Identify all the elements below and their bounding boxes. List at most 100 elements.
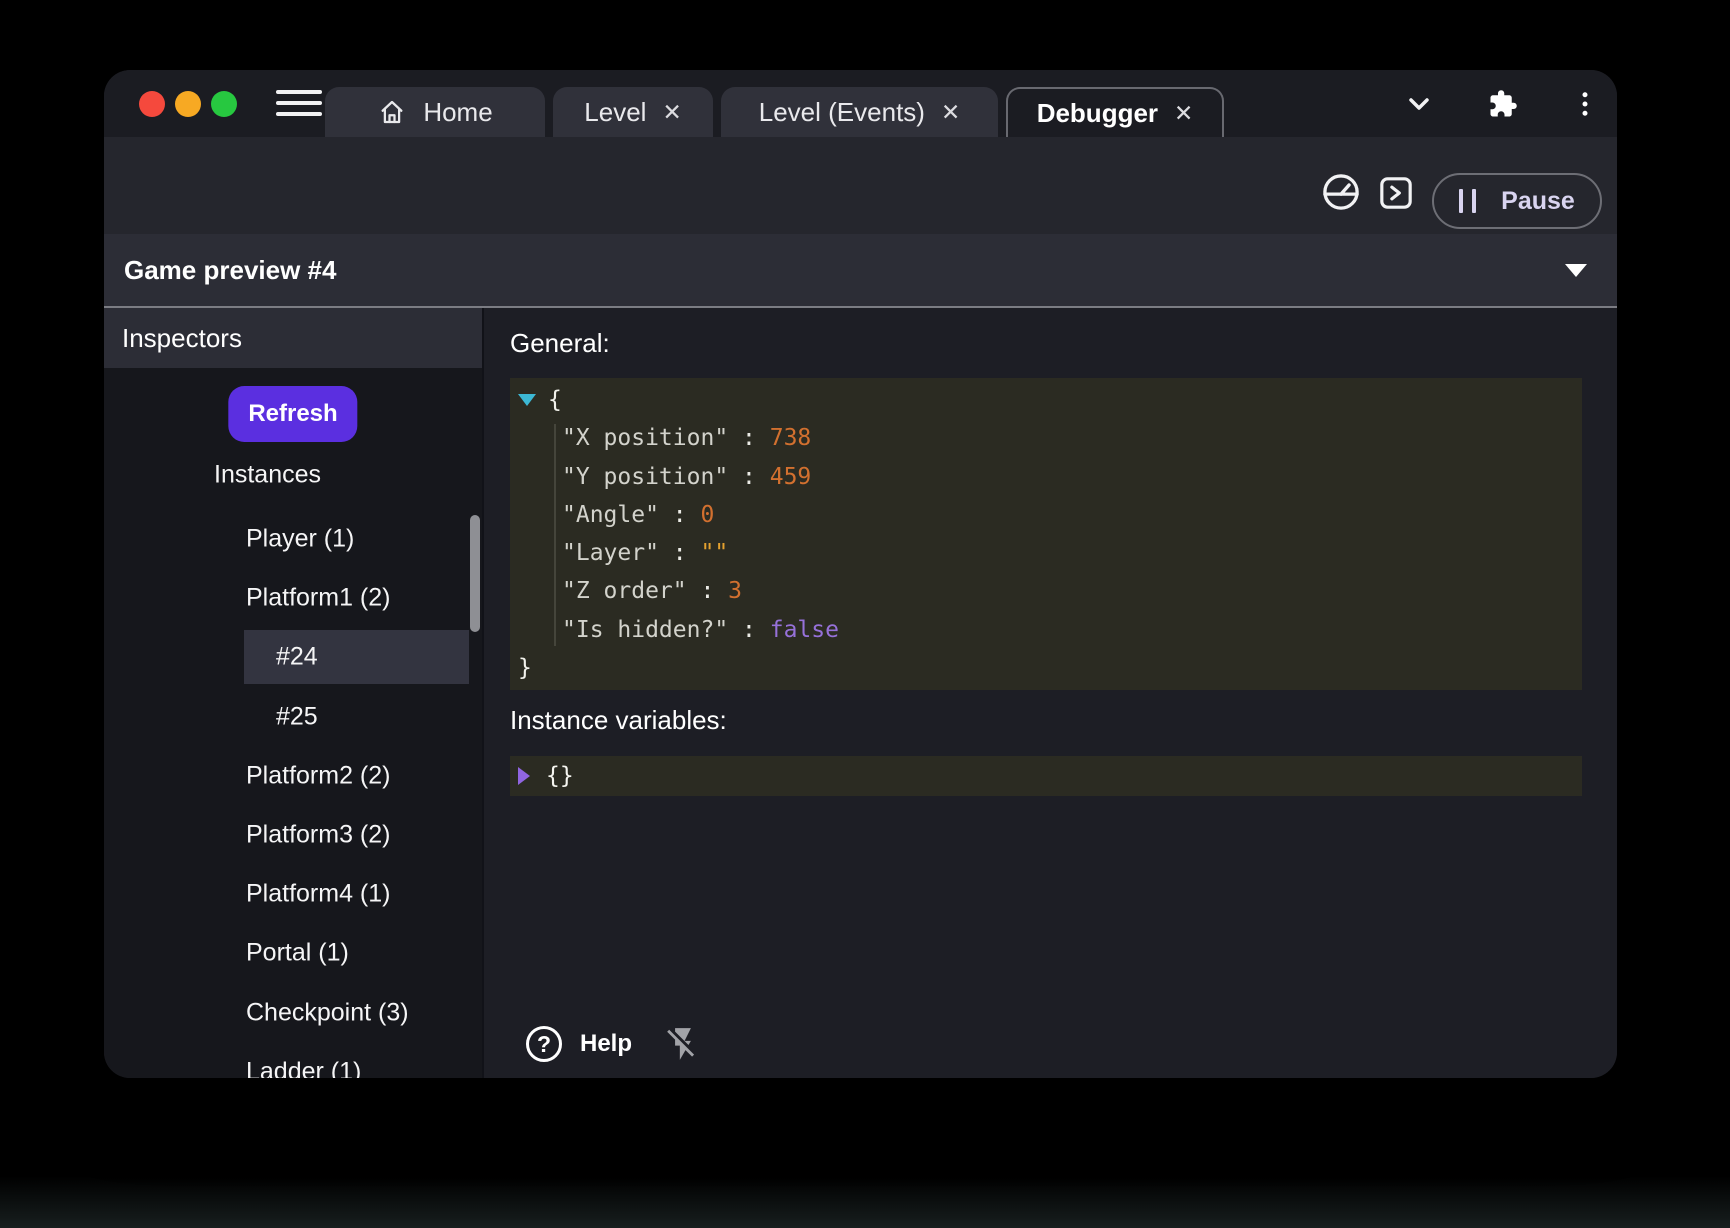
debugger-content: Inspectors Refresh Instances Player (1) Pl…	[104, 308, 1617, 1078]
app-window: Home Level ✕ Level (Events) ✕ Debugger ✕	[104, 70, 1617, 1078]
tree-item-label: Checkpoint (3)	[246, 999, 409, 1028]
close-window-button[interactable]	[139, 91, 165, 117]
open-brace: {	[548, 387, 562, 413]
tree-item[interactable]: Portal (1)	[104, 926, 472, 980]
general-section-label: General:	[510, 328, 610, 359]
json-value: 738	[770, 425, 812, 451]
tab-label: Home	[423, 97, 492, 128]
help-label: Help	[580, 1030, 632, 1058]
json-separator: :	[728, 464, 770, 490]
tab-label: Level (Events)	[759, 97, 925, 128]
flash-off-icon[interactable]	[664, 1025, 702, 1063]
tree-item-label: Platform3 (2)	[246, 821, 390, 850]
tree-item-label: #24	[276, 643, 318, 672]
chevron-down-icon[interactable]	[1403, 88, 1435, 125]
tree-item[interactable]: Platform4 (1)	[104, 867, 472, 921]
json-entry: "Z order" : 3	[510, 572, 1582, 610]
tree-item[interactable]: Platform2 (2)	[104, 749, 472, 803]
json-separator: :	[728, 617, 770, 643]
sidebar-body: Refresh Instances Player (1) Platform1 (2)…	[104, 368, 482, 1078]
help-icon: ?	[526, 1026, 562, 1062]
inspector-panel: General: { "X position" : 738"Y position…	[482, 308, 1617, 1078]
tree-item[interactable]: #25	[104, 690, 472, 744]
sidebar-scrollbar[interactable]	[470, 515, 480, 632]
json-separator: :	[659, 502, 701, 528]
json-key: "Y position"	[562, 464, 728, 490]
window-shadow	[0, 1176, 1730, 1228]
json-value: 459	[770, 464, 812, 490]
tree-item-label: Platform2 (2)	[246, 762, 390, 791]
tab-label: Debugger	[1037, 98, 1158, 129]
main-menu-icon[interactable]	[276, 90, 322, 117]
tree-item[interactable]: Instances	[104, 448, 472, 502]
tab-debugger[interactable]: Debugger ✕	[1006, 87, 1224, 137]
debugger-toolbar: Pause	[104, 137, 1617, 234]
json-close-line: }	[510, 649, 1582, 687]
json-entry: "X position" : 738	[510, 419, 1582, 457]
help-button[interactable]: ? Help	[526, 1020, 702, 1068]
json-value: false	[770, 617, 839, 643]
json-value: ""	[700, 540, 728, 566]
inspectors-sidebar: Inspectors Refresh Instances Player (1) Pl…	[104, 308, 482, 1078]
dropdown-arrow-icon[interactable]	[1565, 264, 1587, 277]
json-key: "X position"	[562, 425, 728, 451]
variables-value: {}	[546, 763, 574, 789]
json-key: "Is hidden?"	[562, 617, 728, 643]
tree-item[interactable]: Player (1)	[104, 512, 472, 566]
json-entry: "Is hidden?" : false	[510, 611, 1582, 649]
console-icon[interactable]	[1376, 173, 1416, 218]
home-icon	[377, 97, 407, 127]
tree-item[interactable]: Platform3 (2)	[104, 808, 472, 862]
json-indent-guide	[554, 424, 556, 646]
json-separator: :	[687, 578, 729, 604]
json-separator: :	[659, 540, 701, 566]
titlebar: Home Level ✕ Level (Events) ✕ Debugger ✕	[104, 70, 1617, 137]
tree-item-label: Platform1 (2)	[246, 584, 390, 613]
json-entries: "X position" : 738"Y position" : 459"Ang…	[510, 419, 1582, 649]
close-tab-icon[interactable]: ✕	[662, 101, 681, 124]
tree-item-label: Instances	[214, 461, 321, 490]
sidebar-header: Inspectors	[104, 308, 482, 368]
json-key: "Z order"	[562, 578, 687, 604]
tab-level-events[interactable]: Level (Events) ✕	[721, 87, 998, 137]
collapse-triangle-icon[interactable]	[518, 394, 536, 406]
tree-item-label: Ladder (1)	[246, 1058, 361, 1079]
pause-label: Pause	[1501, 187, 1575, 216]
tree-item[interactable]: Checkpoint (3)	[104, 986, 472, 1040]
kebab-menu-icon[interactable]	[1570, 89, 1600, 124]
pause-button[interactable]: Pause	[1432, 173, 1602, 229]
tree-item[interactable]: Ladder (1)	[104, 1045, 472, 1078]
preview-title: Game preview #4	[124, 255, 1565, 286]
tab-bar: Home Level ✕ Level (Events) ✕ Debugger ✕	[325, 87, 1224, 137]
tab-home[interactable]: Home	[325, 87, 545, 137]
tree-item[interactable]: #24	[104, 630, 472, 684]
extensions-puzzle-icon[interactable]	[1488, 89, 1518, 124]
close-tab-icon[interactable]: ✕	[941, 101, 960, 124]
general-json-view: { "X position" : 738"Y position" : 459"A…	[510, 378, 1582, 690]
json-entry: "Angle" : 0	[510, 496, 1582, 534]
preview-selector[interactable]: Game preview #4	[104, 234, 1617, 308]
json-value: 3	[728, 578, 742, 604]
profiler-gauge-icon[interactable]	[1320, 171, 1362, 218]
pause-icon	[1472, 189, 1476, 213]
json-value: 0	[700, 502, 714, 528]
refresh-button[interactable]: Refresh	[228, 386, 357, 442]
json-open-line: {	[510, 381, 1582, 419]
tree-item-label: Platform4 (1)	[246, 880, 390, 909]
json-entry: "Layer" : ""	[510, 534, 1582, 572]
close-brace: }	[518, 655, 532, 681]
tree-item-label: #25	[276, 703, 318, 732]
zoom-window-button[interactable]	[211, 91, 237, 117]
close-tab-icon[interactable]: ✕	[1174, 102, 1193, 125]
instance-variables-label: Instance variables:	[510, 705, 727, 736]
tab-level[interactable]: Level ✕	[553, 87, 713, 137]
json-separator: :	[728, 425, 770, 451]
minimize-window-button[interactable]	[175, 91, 201, 117]
tree-item[interactable]: Platform1 (2)	[104, 571, 472, 625]
tab-label: Level	[584, 97, 646, 128]
desktop-background: Home Level ✕ Level (Events) ✕ Debugger ✕	[0, 0, 1730, 1228]
json-entry: "Y position" : 459	[510, 458, 1582, 496]
sidebar-title: Inspectors	[122, 323, 242, 354]
tree-item-label: Player (1)	[246, 525, 354, 554]
expand-triangle-icon[interactable]	[518, 767, 530, 785]
